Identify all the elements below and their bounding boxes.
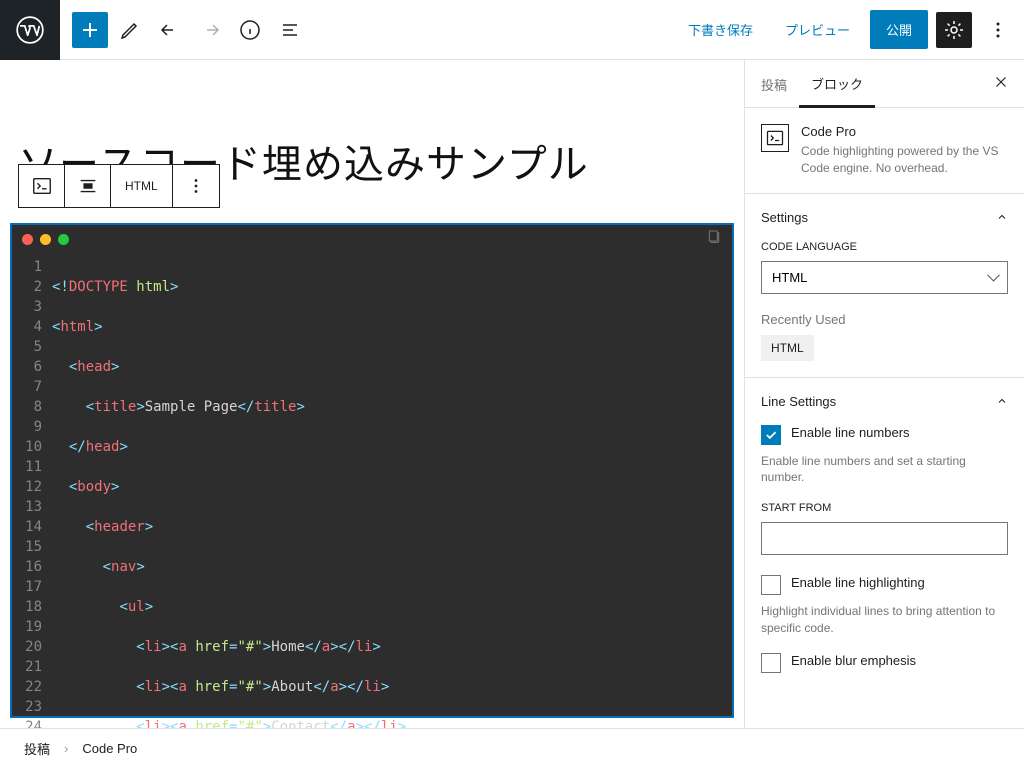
clipboard-icon <box>706 229 722 245</box>
plus-icon <box>78 18 102 42</box>
wordpress-icon <box>16 16 44 44</box>
settings-toggle-button[interactable] <box>936 12 972 48</box>
tab-post[interactable]: 投稿 <box>749 61 799 106</box>
editor-canvas[interactable]: ソースコード埋め込みサンプル HTML <box>0 60 744 728</box>
align-icon <box>77 175 99 197</box>
undo-icon <box>158 18 182 42</box>
panel-settings-title: Settings <box>761 210 808 225</box>
breadcrumb: 投稿 › Code Pro <box>0 728 1024 768</box>
label-enable-line-numbers: Enable line numbers <box>791 425 910 440</box>
dot-red-icon <box>22 234 33 245</box>
code-language-select[interactable]: HTML <box>761 261 1008 294</box>
breadcrumb-root[interactable]: 投稿 <box>24 739 50 758</box>
outline-button[interactable] <box>272 12 308 48</box>
pencil-icon <box>118 18 142 42</box>
redo-icon <box>198 18 222 42</box>
label-enable-blur: Enable blur emphesis <box>791 653 916 668</box>
checkbox-enable-line-numbers[interactable] <box>761 425 781 445</box>
code-block[interactable]: 123456789101112131415161718192021222324 … <box>10 223 734 718</box>
terminal-icon <box>765 128 785 148</box>
terminal-icon <box>31 175 53 197</box>
block-icon-button[interactable] <box>19 165 65 207</box>
checkbox-enable-line-highlighting[interactable] <box>761 575 781 595</box>
panel-line-settings-toggle[interactable]: Line Settings <box>761 394 1008 409</box>
top-toolbar: 下書き保存 プレビュー 公開 <box>0 0 1024 60</box>
redo-button[interactable] <box>192 12 228 48</box>
gear-icon <box>942 18 966 42</box>
label-start-from: START FROM <box>761 502 1008 514</box>
sidebar-tabs: 投稿 ブロック <box>745 60 1024 108</box>
block-icon <box>761 124 789 152</box>
window-dots <box>22 234 69 245</box>
chevron-up-icon <box>996 211 1008 223</box>
input-start-from[interactable] <box>761 522 1008 555</box>
check-icon <box>764 428 778 442</box>
code-block-header <box>12 225 732 253</box>
toolbar-right-group: 下書き保存 プレビュー 公開 <box>676 10 1024 49</box>
label-code-language: CODE LANGUAGE <box>761 241 1008 253</box>
save-draft-button[interactable]: 下書き保存 <box>676 12 765 47</box>
more-menu-button[interactable] <box>980 12 1016 48</box>
panel-settings: Settings CODE LANGUAGE HTML Recently Use… <box>745 193 1024 377</box>
chevron-up-icon <box>996 395 1008 407</box>
block-name: Code Pro <box>801 124 1008 139</box>
dot-yellow-icon <box>40 234 51 245</box>
recent-chip-html[interactable]: HTML <box>761 335 814 361</box>
line-gutter: 123456789101112131415161718192021222324 <box>12 253 52 728</box>
panel-settings-toggle[interactable]: Settings <box>761 210 1008 225</box>
checkbox-enable-blur[interactable] <box>761 653 781 673</box>
add-block-button[interactable] <box>72 12 108 48</box>
block-language-button[interactable]: HTML <box>111 165 173 207</box>
settings-sidebar: 投稿 ブロック Code Pro Code highlighting power… <box>744 60 1024 728</box>
kebab-icon <box>185 175 207 197</box>
preview-button[interactable]: プレビュー <box>773 12 862 47</box>
dot-green-icon <box>58 234 69 245</box>
block-description: Code highlighting powered by the VS Code… <box>801 143 1008 177</box>
help-line-numbers: Enable line numbers and set a starting n… <box>761 453 1008 487</box>
kebab-icon <box>986 18 1010 42</box>
code-content[interactable]: <!DOCTYPE html> <html> <head> <title>Sam… <box>52 253 406 728</box>
block-toolbar: HTML <box>18 164 220 208</box>
label-recently-used: Recently Used <box>761 312 1008 327</box>
copy-button[interactable] <box>706 229 722 249</box>
label-enable-line-highlighting: Enable line highlighting <box>791 575 925 590</box>
block-summary: Code Pro Code highlighting powered by th… <box>745 108 1024 193</box>
wp-logo[interactable] <box>0 0 60 60</box>
breadcrumb-separator-icon: › <box>64 741 68 756</box>
code-body[interactable]: 123456789101112131415161718192021222324 … <box>12 253 732 728</box>
breadcrumb-leaf[interactable]: Code Pro <box>82 741 137 756</box>
list-icon <box>278 18 302 42</box>
close-icon <box>992 73 1010 91</box>
block-align-button[interactable] <box>65 165 111 207</box>
tab-block[interactable]: ブロック <box>799 60 875 108</box>
block-more-button[interactable] <box>173 165 219 207</box>
panel-line-settings-title: Line Settings <box>761 394 836 409</box>
info-icon <box>238 18 262 42</box>
toolbar-left-group <box>60 12 308 48</box>
info-button[interactable] <box>232 12 268 48</box>
help-line-highlighting: Highlight individual lines to bring atte… <box>761 603 1008 637</box>
panel-line-settings: Line Settings Enable line numbers Enable… <box>745 377 1024 697</box>
undo-button[interactable] <box>152 12 188 48</box>
publish-button[interactable]: 公開 <box>870 10 928 49</box>
edit-mode-button[interactable] <box>112 12 148 48</box>
close-sidebar-button[interactable] <box>982 63 1020 104</box>
